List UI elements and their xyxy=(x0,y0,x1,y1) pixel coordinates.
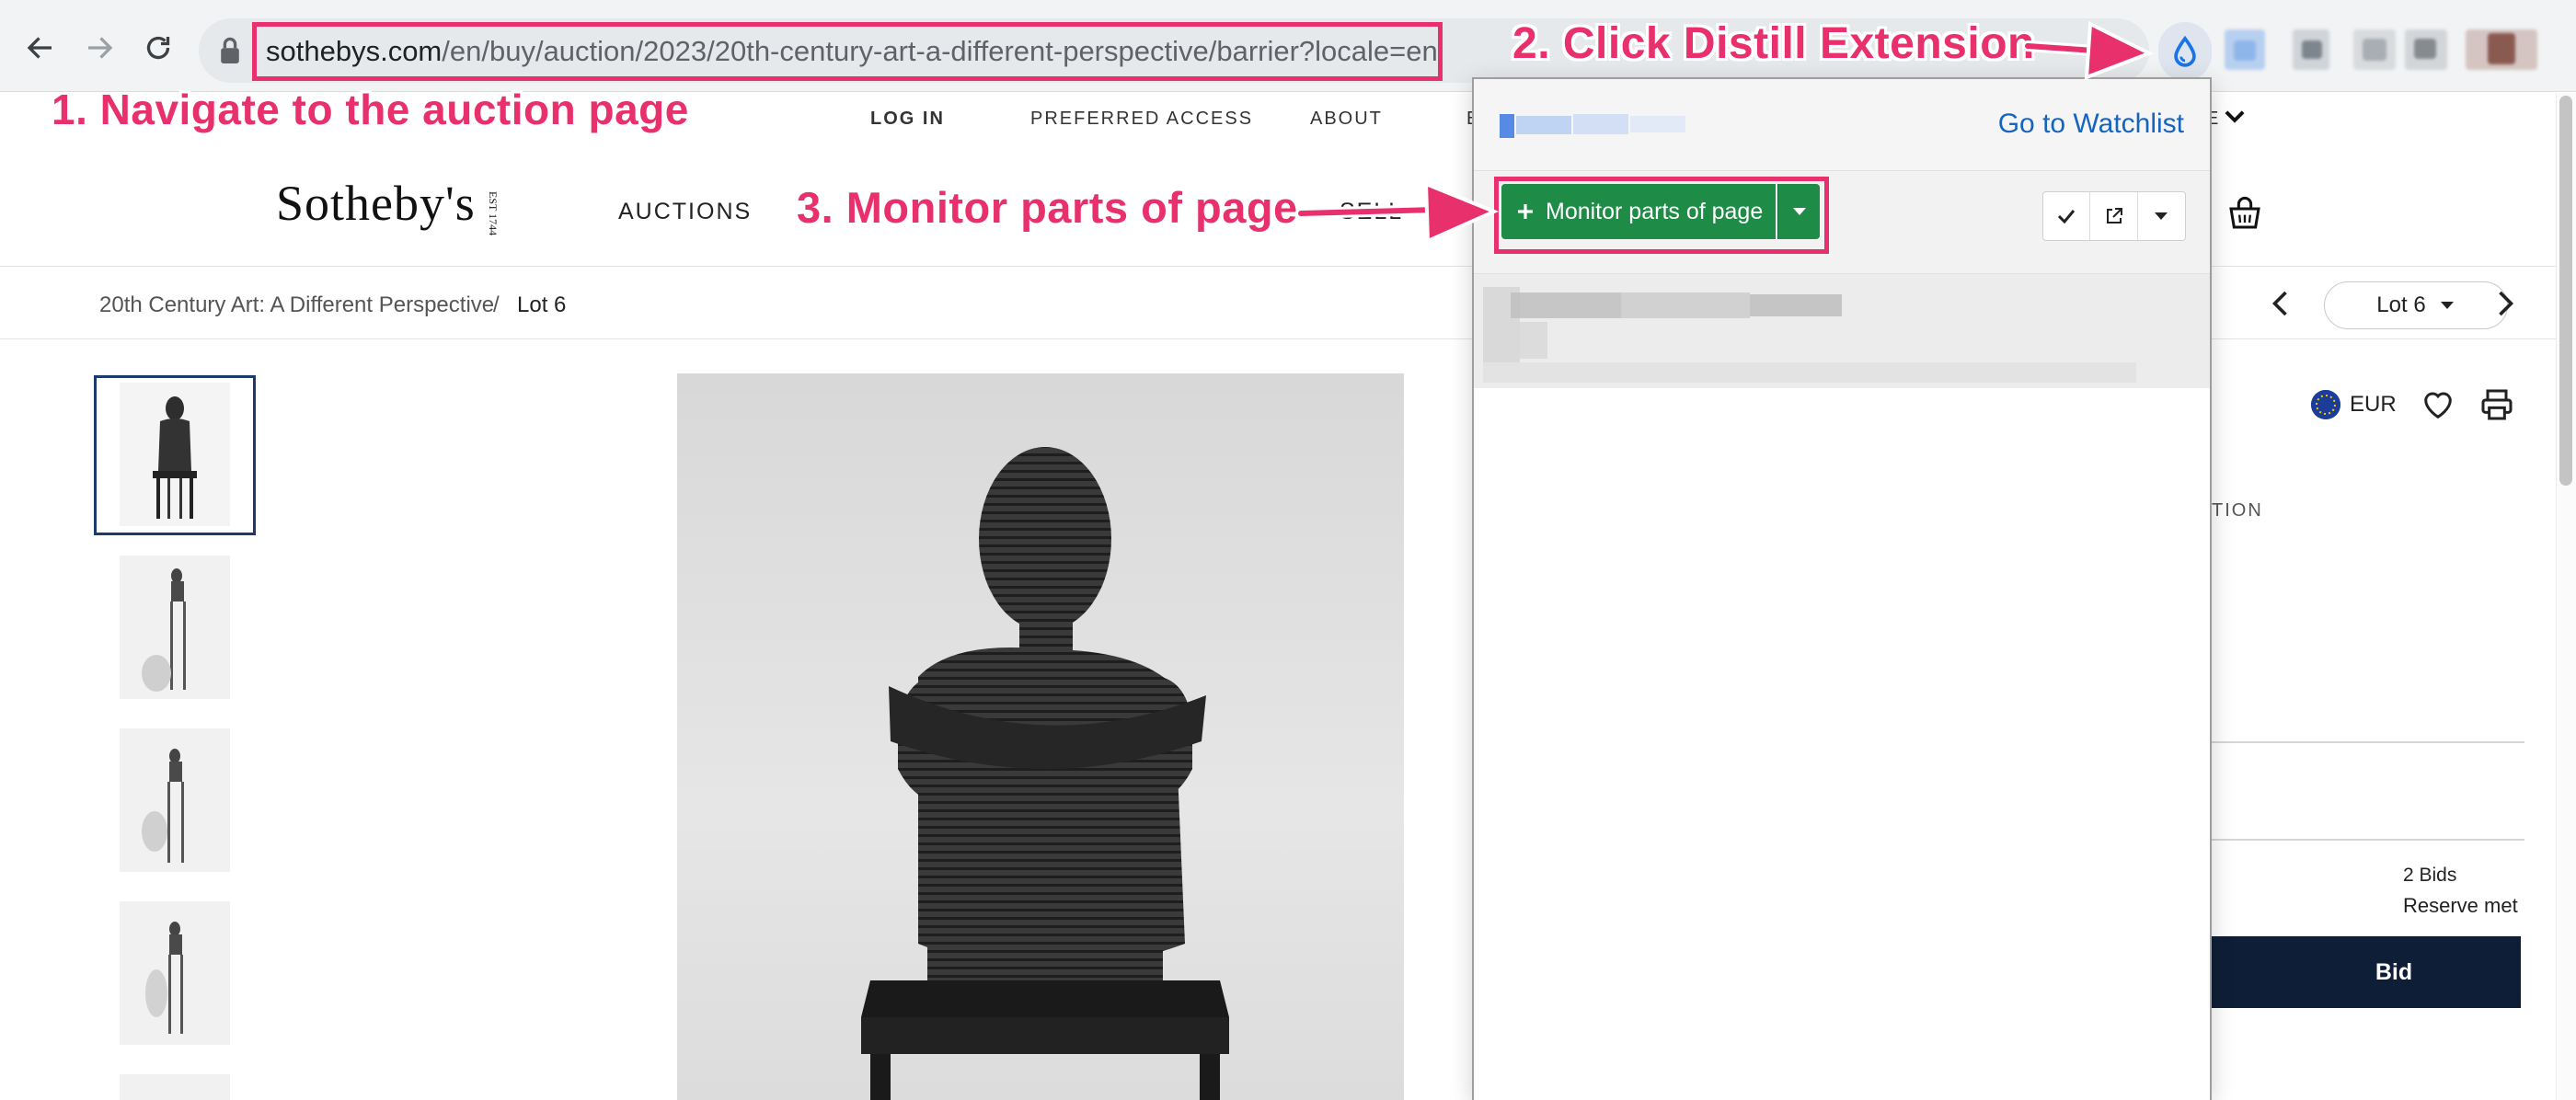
url-host: sothebys.com xyxy=(266,35,443,67)
currency-selector[interactable]: EUR xyxy=(2311,390,2397,419)
breadcrumb-separator: / xyxy=(493,292,500,317)
breadcrumb-lot: Lot 6 xyxy=(517,292,567,317)
caret-down-icon xyxy=(2155,212,2168,220)
thumbnail-2[interactable] xyxy=(120,556,230,699)
annotation-step-3: 3. Monitor parts of page xyxy=(797,183,1298,232)
plus-icon xyxy=(1518,204,1533,219)
url-highlight-box[interactable]: sothebys.com/en/buy/auction/2023/20th-ce… xyxy=(252,22,1443,81)
sculpture-thumbnail-image xyxy=(142,749,184,863)
reload-icon[interactable] xyxy=(136,26,180,70)
basket-icon[interactable] xyxy=(2226,195,2263,232)
preferred-access-link[interactable]: PREFERRED ACCESS xyxy=(1030,109,1253,130)
annotation-step-1: 1. Navigate to the auction page xyxy=(52,86,689,133)
distill-extension-button[interactable] xyxy=(2158,22,2212,81)
sothebys-logo[interactable]: Sotheby's xyxy=(276,175,476,232)
page-scrollbar-thumb[interactable] xyxy=(2559,96,2572,486)
external-link-icon xyxy=(2106,208,2122,223)
place-bid-button[interactable]: Bid xyxy=(2212,936,2521,1008)
login-link[interactable]: LOG IN xyxy=(870,109,945,130)
chevron-down-icon[interactable] xyxy=(2223,107,2247,127)
monitor-parts-label: Monitor parts of page xyxy=(1546,198,1764,224)
nav-auctions[interactable]: AUCTIONS xyxy=(618,199,752,225)
annotation-step-2: 2. Click Distill Extension xyxy=(1512,19,2035,68)
lot-selector-label: Lot 6 xyxy=(2376,292,2426,317)
caret-down-icon xyxy=(1792,208,1806,215)
about-link[interactable]: ABOUT xyxy=(1310,109,1383,130)
currency-label: EUR xyxy=(2350,392,2397,417)
check-button[interactable] xyxy=(2043,192,2091,240)
lot-selector[interactable]: Lot 6 xyxy=(2324,281,2508,329)
panel-divider xyxy=(2212,839,2524,841)
popup-action-group xyxy=(2042,191,2186,241)
sculpture-thumbnail-image xyxy=(142,568,186,692)
panel-label-partial: TION xyxy=(2212,500,2263,521)
caret-down-icon xyxy=(2440,302,2454,309)
distill-popup: Go to Watchlist Monitor parts of page xyxy=(1472,77,2212,1100)
eu-flag-icon xyxy=(2311,390,2340,419)
open-external-button[interactable] xyxy=(2090,192,2138,240)
lock-icon[interactable] xyxy=(217,35,243,66)
bid-count: 2 Bids xyxy=(2403,865,2457,886)
monitor-parts-button[interactable]: Monitor parts of page xyxy=(1501,184,1776,239)
thumbnail-4[interactable] xyxy=(120,901,230,1045)
print-icon[interactable] xyxy=(2478,386,2515,423)
next-lot-icon[interactable] xyxy=(2488,287,2521,320)
popup-body xyxy=(1474,392,2210,1100)
forward-icon[interactable] xyxy=(77,26,121,70)
distill-drop-icon xyxy=(2174,36,2196,67)
sculpture-image xyxy=(861,447,1229,1100)
sculpture-thumbnail-image xyxy=(153,396,197,519)
back-icon[interactable] xyxy=(18,26,63,70)
heart-icon[interactable] xyxy=(2420,386,2456,423)
bid-button-label: Bid xyxy=(2375,958,2413,985)
thumbnail-1[interactable] xyxy=(120,383,230,526)
lot-main-image[interactable] xyxy=(677,373,1404,1100)
previous-lot-icon[interactable] xyxy=(2265,287,2298,320)
panel-divider xyxy=(2212,741,2524,743)
nav-sell[interactable]: SELL xyxy=(1340,199,1403,225)
thumbnail-3[interactable] xyxy=(120,728,230,872)
go-to-watchlist-link[interactable]: Go to Watchlist xyxy=(1998,109,2184,140)
thumbnail-5[interactable] xyxy=(120,1074,230,1100)
logo-est-mark: EST 1744 xyxy=(487,191,500,236)
reserve-status: Reserve met xyxy=(2403,894,2518,917)
account-name-blurred xyxy=(1500,114,1685,138)
monitor-options-dropdown[interactable] xyxy=(1777,184,1820,239)
url-path: /en/buy/auction/2023/20th-century-art-a-… xyxy=(442,35,1438,67)
other-extensions-blurred xyxy=(2225,28,2565,74)
monitored-item-blurred xyxy=(1474,274,2210,388)
breadcrumb-auction[interactable]: 20th Century Art: A Different Perspectiv… xyxy=(99,292,494,318)
sculpture-thumbnail-image xyxy=(145,922,183,1034)
check-icon xyxy=(2058,210,2076,224)
more-options-button[interactable] xyxy=(2138,192,2185,240)
